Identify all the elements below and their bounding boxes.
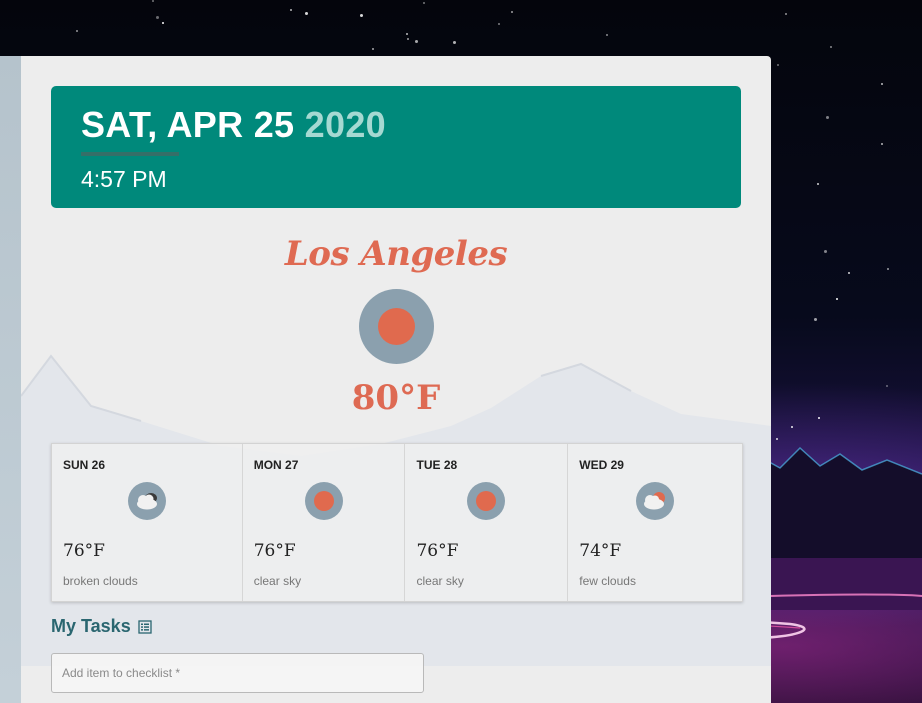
sun-icon	[476, 491, 497, 511]
forecast-temp: 76°F	[63, 541, 105, 561]
add-checklist-item-input[interactable]	[51, 653, 424, 693]
broken-clouds-icon	[128, 482, 166, 520]
year-text: 2020	[304, 104, 386, 145]
forecast-day-name: SUN 26	[63, 458, 106, 472]
forecast-desc: clear sky	[416, 574, 464, 588]
forecast-day: SUN 26 76°F broken clouds	[52, 444, 243, 601]
forecast-day: WED 29 74°F few clouds	[568, 444, 742, 601]
forecast-day: TUE 28 76°F clear sky	[405, 444, 569, 601]
forecast-day-name: WED 29	[579, 458, 624, 472]
sun-icon	[378, 308, 415, 345]
tasks-heading: My Tasks	[51, 616, 152, 637]
city-name: Los Angeles	[284, 234, 508, 274]
forecast-desc: broken clouds	[63, 574, 138, 588]
date-header: SAT, APR 25 2020 4:57 PM	[51, 86, 741, 208]
left-sidebar-strip	[0, 56, 21, 703]
forecast-day-name: TUE 28	[416, 458, 458, 472]
date-text: SAT, APR 25	[81, 104, 295, 145]
clear-sky-icon	[304, 482, 343, 520]
current-temperature: 80°F	[351, 378, 441, 418]
forecast-temp: 74°F	[579, 541, 622, 561]
forecast-desc: few clouds	[579, 574, 636, 588]
header-divider	[81, 152, 179, 156]
forecast-day-name: MON 27	[253, 458, 299, 472]
list-icon[interactable]	[138, 619, 152, 634]
current-time: 4:57 PM	[81, 166, 167, 192]
forecast-day: MON 27 76°F clear sky	[243, 444, 406, 601]
forecast-temp: 76°F	[416, 541, 459, 561]
clear-sky-icon	[467, 482, 506, 520]
forecast-strip: SUN 26 76°F broken clouds MON 27 76°F cl…	[51, 443, 743, 602]
dashboard-card: SAT, APR 25 2020 4:57 PM Los Angeles 80°…	[21, 56, 771, 703]
tasks-title: My Tasks	[51, 616, 131, 636]
sun-icon	[313, 491, 334, 511]
forecast-temp: 76°F	[253, 541, 296, 561]
clear-sky-icon	[359, 289, 434, 364]
few-clouds-icon	[636, 482, 675, 520]
current-date: SAT, APR 25 2020	[81, 104, 386, 146]
forecast-desc: clear sky	[253, 574, 302, 588]
